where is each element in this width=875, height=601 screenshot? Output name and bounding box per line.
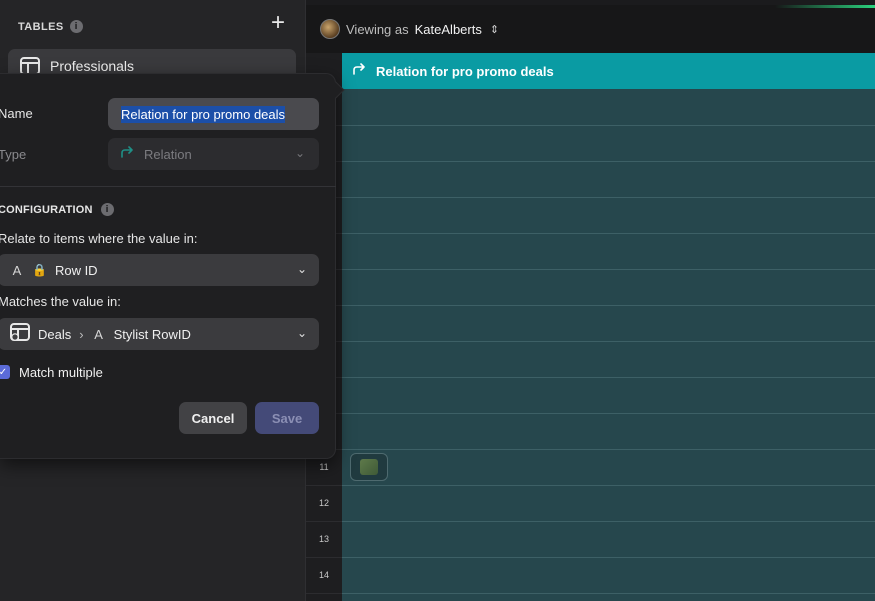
row-number: 11 bbox=[319, 462, 329, 472]
row-divider bbox=[342, 521, 875, 522]
row-number: 12 bbox=[318, 498, 329, 508]
row-divider bbox=[342, 413, 875, 414]
name-label: Name bbox=[0, 106, 33, 121]
info-icon[interactable]: i bbox=[69, 20, 83, 33]
avatar bbox=[320, 19, 340, 39]
match-multiple-checkbox[interactable]: ✓ bbox=[0, 365, 10, 379]
row-divider bbox=[342, 305, 875, 306]
row-number: 13 bbox=[318, 534, 329, 544]
row-divider bbox=[342, 269, 875, 270]
row-number: 14 bbox=[318, 570, 329, 580]
grid-cells[interactable] bbox=[342, 89, 875, 601]
name-field-value: Relation for pro promo deals bbox=[121, 105, 286, 123]
top-glow bbox=[775, 5, 875, 8]
row-divider bbox=[342, 197, 875, 198]
name-field[interactable]: Relation for pro promo deals bbox=[108, 98, 319, 130]
chevron-right-icon: › bbox=[79, 326, 84, 342]
sidebar-title: TABLES bbox=[18, 20, 64, 33]
row-number-divider bbox=[306, 557, 342, 558]
viewing-user[interactable]: KateAlberts bbox=[415, 22, 482, 37]
type-select[interactable]: Relation ⌄ bbox=[108, 138, 319, 170]
sidebar-item-label: Professionals bbox=[50, 58, 135, 74]
row-number-divider bbox=[306, 485, 342, 486]
row-divider bbox=[342, 593, 875, 594]
matches-column-value: Stylist RowID bbox=[113, 326, 191, 342]
save-button[interactable]: Save bbox=[255, 402, 319, 434]
relation-cell-chip[interactable] bbox=[350, 453, 388, 481]
matches-table-value: Deals bbox=[38, 326, 72, 342]
relate-label: Relate to items where the value in: bbox=[0, 231, 198, 246]
text-column-icon: A bbox=[12, 262, 22, 278]
row-divider bbox=[342, 341, 875, 342]
row-divider bbox=[342, 485, 875, 486]
row-divider bbox=[342, 233, 875, 234]
column-edit-popover: Name Relation for pro promo deals Type R… bbox=[0, 73, 345, 459]
relation-arrow-icon bbox=[120, 145, 134, 163]
row-divider bbox=[342, 449, 875, 450]
divider bbox=[0, 186, 336, 187]
column-header-label: Relation for pro promo deals bbox=[376, 63, 554, 79]
row-number-divider bbox=[306, 521, 342, 522]
match-multiple-label[interactable]: Match multiple bbox=[19, 365, 103, 380]
top-bar: Viewing as KateAlberts ⇕ bbox=[306, 5, 875, 53]
sidebar-header: TABLES i bbox=[18, 20, 83, 33]
data-grid: Relation for pro promo deals 11 12 13 14 bbox=[306, 53, 875, 601]
chevron-down-icon: ⌄ bbox=[294, 146, 305, 160]
viewing-label: Viewing as bbox=[346, 21, 409, 37]
relate-column-select[interactable]: A 🔒 Row ID ⌄ bbox=[0, 254, 319, 286]
matches-label: Matches the value in: bbox=[0, 294, 121, 309]
lock-icon: 🔒 bbox=[32, 263, 47, 277]
row-divider bbox=[342, 557, 875, 558]
chevron-down-icon: ⌄ bbox=[296, 262, 307, 276]
relation-arrow-icon bbox=[352, 62, 366, 80]
matches-column-select[interactable]: Deals › A Stylist RowID ⌄ bbox=[0, 318, 319, 350]
row-divider bbox=[342, 161, 875, 162]
row-divider bbox=[342, 377, 875, 378]
section-title-label: CONFIGURATION bbox=[0, 203, 93, 216]
type-select-value: Relation bbox=[144, 146, 192, 162]
thumbnail-image bbox=[360, 459, 378, 475]
plus-icon[interactable]: + bbox=[267, 11, 289, 35]
type-label: Type bbox=[0, 147, 27, 162]
row-number-divider bbox=[306, 593, 342, 594]
cancel-button[interactable]: Cancel bbox=[179, 402, 247, 434]
text-column-icon: A bbox=[94, 326, 103, 342]
chevron-up-down-icon[interactable]: ⇕ bbox=[490, 23, 499, 36]
info-icon[interactable]: i bbox=[100, 203, 114, 216]
row-divider bbox=[342, 125, 875, 126]
relate-column-value: Row ID bbox=[54, 262, 98, 278]
chevron-down-icon: ⌄ bbox=[296, 326, 307, 340]
table-icon bbox=[10, 322, 30, 346]
configuration-title: CONFIGURATION i bbox=[0, 203, 114, 216]
column-header[interactable]: Relation for pro promo deals bbox=[342, 53, 875, 89]
